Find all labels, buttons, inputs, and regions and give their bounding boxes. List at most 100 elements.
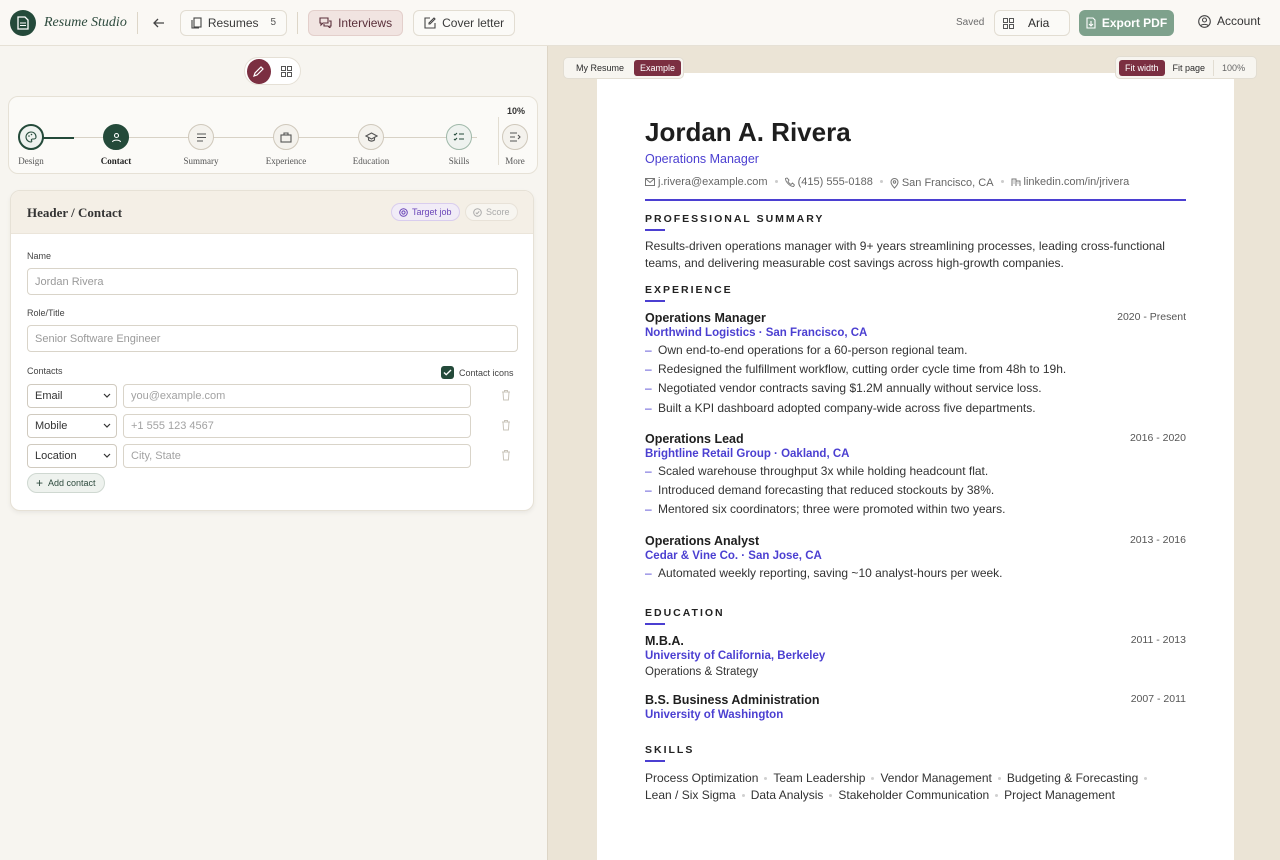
- step-summary[interactable]: Summary: [171, 124, 231, 166]
- fit-page-button[interactable]: Fit page: [1165, 60, 1214, 76]
- edit-mode-button[interactable]: [247, 58, 271, 84]
- cover-letter-button[interactable]: Cover letter: [413, 9, 516, 36]
- target-job-button[interactable]: Target job: [391, 203, 460, 221]
- skill: Data Analysis: [750, 788, 824, 802]
- workspace-switcher[interactable]: Aria: [994, 10, 1070, 36]
- user-name: Aria: [1028, 16, 1050, 30]
- step-contact[interactable]: Contact: [86, 124, 146, 166]
- contact-row: Location City, State: [27, 444, 522, 468]
- zoom-level[interactable]: 100%: [1213, 59, 1253, 76]
- job-bullet: – Scaled warehouse throughput 3x while ho…: [645, 463, 989, 478]
- contact-row: Mobile +1 555 123 4567: [27, 414, 522, 438]
- contact-value-input[interactable]: you@example.com: [123, 384, 471, 408]
- back-button[interactable]: [146, 10, 172, 36]
- linkedin-text: linkedin.com/in/jrivera: [1023, 175, 1130, 188]
- account-menu[interactable]: Account: [1198, 14, 1260, 28]
- fit-width-button[interactable]: Fit width: [1119, 59, 1165, 76]
- trash-icon[interactable]: [501, 389, 511, 401]
- resumes-count: 5: [270, 17, 277, 28]
- contact-icons-checkbox[interactable]: [441, 366, 454, 379]
- cover-letter-label: Cover letter: [442, 15, 505, 30]
- contact-row: Email you@example.com: [27, 384, 522, 408]
- section-heading: SKILLS: [645, 744, 695, 756]
- mail-icon: [645, 177, 655, 186]
- step-more[interactable]: More: [485, 124, 545, 166]
- arrow-left-icon: [152, 18, 164, 27]
- resume-name: Jordan A. Rivera: [645, 117, 851, 147]
- trash-icon[interactable]: [501, 449, 511, 461]
- add-contact-button[interactable]: + Add contact: [27, 473, 105, 493]
- job-bullet: – Introduced demand forecasting that redu…: [645, 482, 995, 497]
- job-org: Brightline Retail Group · Oakland, CA: [645, 448, 850, 460]
- mode-toggle[interactable]: [244, 57, 301, 85]
- resumes-button[interactable]: Resumes 5: [179, 9, 288, 36]
- app-brand: Resume Studio: [44, 14, 127, 30]
- job-bullet: – Own end-to-end operations for a 60-pers…: [645, 342, 968, 357]
- editor-panel: 10% Design Contact Summary Experience Ed…: [0, 46, 547, 860]
- step-label: Skills: [448, 156, 470, 166]
- section-underline: [645, 300, 665, 302]
- section-underline: [645, 760, 665, 762]
- resume-contacts: j.rivera@example.com (415) 555-0188 San …: [645, 174, 1186, 189]
- job-title: Operations Analyst: [645, 534, 760, 548]
- score-button[interactable]: Score: [465, 203, 518, 221]
- interviews-button[interactable]: Interviews: [308, 9, 404, 36]
- step-label: Contact: [100, 156, 132, 166]
- name-input[interactable]: Jordan Rivera: [27, 268, 518, 295]
- job-title: Operations Lead: [645, 432, 744, 446]
- education-section: EDUCATION: [645, 607, 1186, 625]
- contact-type-select[interactable]: Email: [27, 384, 117, 408]
- contact-value-input[interactable]: City, State: [123, 444, 471, 468]
- account-label: Account: [1217, 14, 1261, 28]
- lines-icon: [196, 132, 206, 142]
- tab-example[interactable]: Example: [634, 60, 682, 76]
- export-label: Export PDF: [1101, 16, 1168, 30]
- step-skills[interactable]: Skills: [429, 124, 489, 166]
- divider: [136, 11, 138, 34]
- preview-panel: Jordan A. Rivera Operations Manager j.ri…: [547, 46, 1280, 860]
- step-experience[interactable]: Experience: [256, 124, 316, 166]
- contact-form-card: Header / Contact Target job Score Name J…: [10, 190, 534, 511]
- job-entry: Operations Manager 2020 - Present Northw…: [645, 311, 1186, 417]
- skill: Budgeting & Forecasting: [1006, 771, 1139, 785]
- step-label: Design: [18, 156, 44, 166]
- skills-row: Process Optimization Team Leadership Ven…: [645, 770, 1186, 787]
- app-logo-icon[interactable]: [10, 9, 36, 36]
- job-bullet: – Redesigned the fulfillment workflow, cu…: [645, 361, 1067, 376]
- card-header: Header / Contact Target job Score: [11, 191, 533, 234]
- job-entry: Operations Lead 2016 - 2020 Brightline R…: [645, 432, 1186, 519]
- grid-icon: [1003, 17, 1014, 29]
- person-icon: [111, 132, 121, 142]
- trash-icon[interactable]: [501, 419, 511, 431]
- summary-text: Results-driven operations manager with 9…: [645, 238, 1186, 272]
- header-rule: [645, 199, 1186, 201]
- resume-role: Operations Manager: [645, 152, 759, 166]
- school: University of California, Berkeley: [645, 650, 826, 662]
- contact-icons-toggle[interactable]: Contact icons: [441, 366, 514, 379]
- step-design[interactable]: Design: [1, 124, 61, 166]
- resume-linkedin[interactable]: linkedin.com/in/jrivera: [1011, 175, 1130, 188]
- target-job-label: Target job: [412, 207, 452, 217]
- contact-type-select[interactable]: Mobile: [27, 414, 117, 438]
- zoom-controls: Fit width Fit page 100%: [1115, 56, 1258, 79]
- step-education[interactable]: Education: [341, 124, 401, 166]
- card-title: Header / Contact: [27, 205, 123, 220]
- resume-email[interactable]: j.rivera@example.com: [645, 176, 768, 188]
- education-dates: 2011 - 2013: [1130, 634, 1186, 646]
- skill: Team Leadership: [773, 771, 866, 785]
- summary-section: PROFESSIONAL SUMMARY: [645, 213, 1186, 231]
- export-pdf-button[interactable]: Export PDF: [1079, 10, 1174, 36]
- pencil-icon: [253, 65, 265, 77]
- download-icon: [1086, 17, 1096, 29]
- skill: Vendor Management: [880, 771, 992, 785]
- role-input[interactable]: Senior Software Engineer: [27, 325, 518, 352]
- job-bullet: – Mentored six coordinators; three were p…: [645, 502, 1006, 517]
- layout-mode-button[interactable]: [275, 59, 299, 84]
- palette-icon: [25, 131, 37, 143]
- name-label: Name: [27, 251, 52, 261]
- chat-bubbles-icon: [319, 17, 332, 28]
- contact-type-select[interactable]: Location: [27, 444, 117, 468]
- tab-my-resume[interactable]: My Resume: [566, 60, 634, 76]
- edit-document-icon: [424, 16, 436, 29]
- contact-value-input[interactable]: +1 555 123 4567: [123, 414, 471, 438]
